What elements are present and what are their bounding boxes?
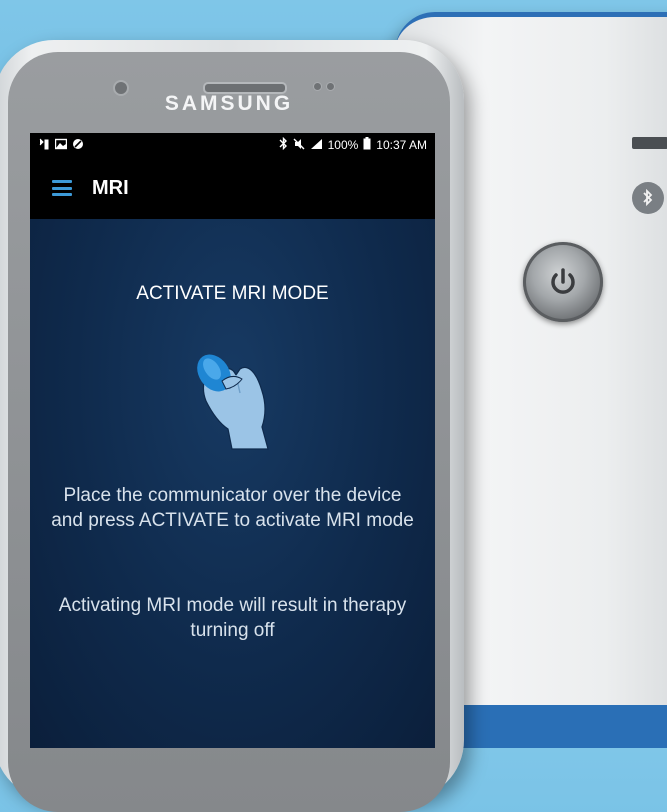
warning-text: Activating MRI mode will result in thera… [58,595,407,641]
battery-percent: 100% [327,138,359,152]
device-slot [632,137,667,149]
mute-icon [293,138,305,153]
phone-screen: 100% 10:37 AM MRI ACTIVATE MRI MODE Plac… [30,133,435,748]
power-button[interactable] [523,242,603,322]
instruction-text: Place the communicator over the device a… [51,485,414,531]
hamburger-menu-icon[interactable] [52,180,72,196]
clock: 10:37 AM [376,138,427,152]
bluetooth-icon [279,136,288,153]
status-bar: 100% 10:37 AM [30,133,435,157]
gallery-icon [54,138,68,153]
device-base [450,705,667,748]
proximity-sensors [313,82,335,91]
activate-mri-heading: ACTIVATE MRI MODE [136,283,329,304]
signal-icon [310,138,323,153]
power-icon [551,268,575,294]
notification-icon [38,138,50,153]
phone-brand: SAMSUNG [164,92,294,115]
blocked-icon [72,138,84,153]
bluetooth-icon [632,182,664,214]
app-bar: MRI [30,157,435,219]
hand-holding-communicator-icon [197,354,269,450]
page-title: MRI [92,176,129,199]
battery-icon [363,137,371,153]
